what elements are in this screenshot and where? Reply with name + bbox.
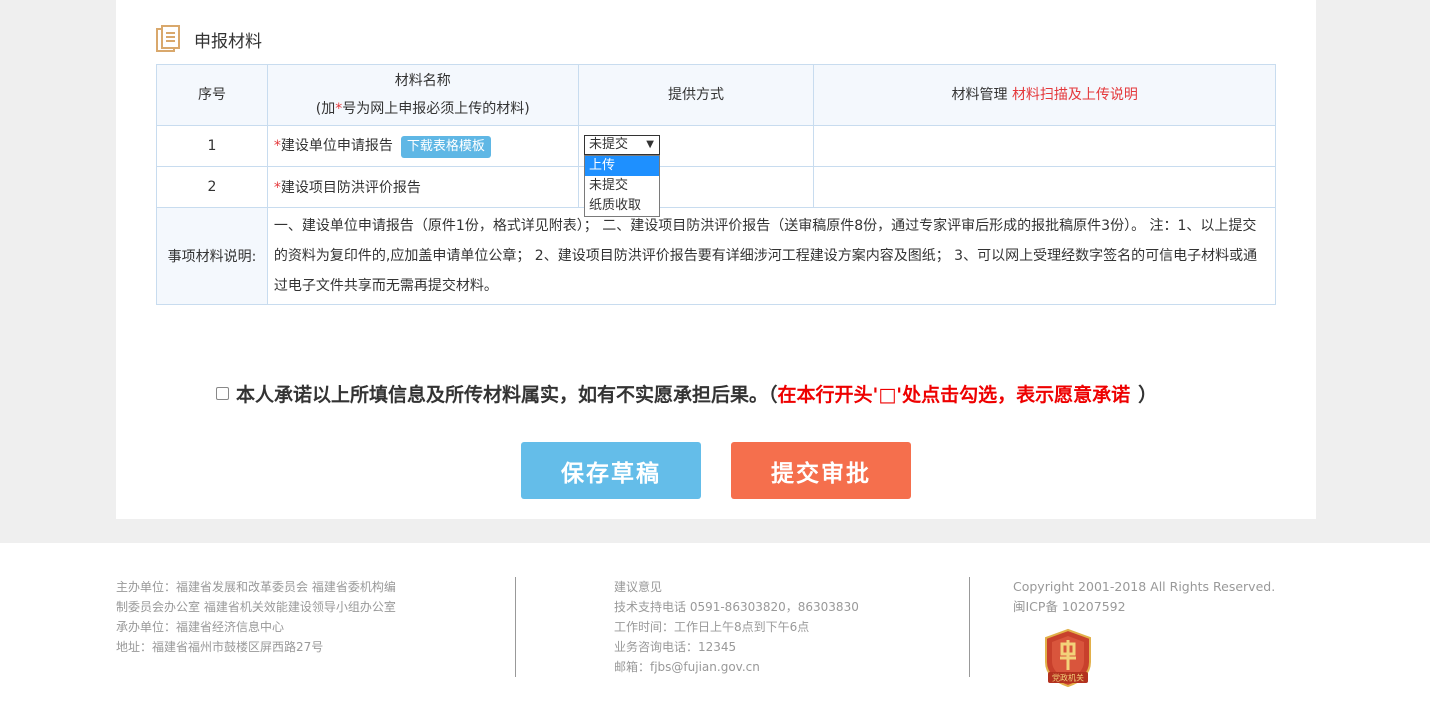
dropdown-option-not-submitted[interactable]: 未提交 bbox=[585, 176, 659, 196]
table-header-row: 序号 材料名称 (加*号为网上申报必须上传的材料) 提供方式 材料管理 材料扫描… bbox=[156, 64, 1276, 126]
row-material-name: *建设单位申请报告 下载表格模板 bbox=[266, 125, 579, 167]
header-manage-label: 材料管理 bbox=[951, 87, 1008, 103]
section-title: 申报材料 bbox=[194, 31, 262, 52]
header-material-name: 材料名称 (加*号为网上申报必须上传的材料) bbox=[266, 64, 579, 126]
icp-text[interactable]: 闽ICP备 10207592 bbox=[1013, 597, 1313, 617]
footer-divider bbox=[969, 577, 970, 677]
dropdown-option-upload[interactable]: 上传 bbox=[585, 156, 659, 176]
main-panel: 申报材料 序号 材料名称 (加*号为网上申报必须上传的材料) 提供方式 材料管理… bbox=[116, 0, 1316, 519]
footer-line: 承办单位：福建省经济信息中心 bbox=[116, 620, 285, 634]
header-provide-method: 提供方式 bbox=[577, 64, 815, 126]
footer-line: 邮箱：fjbs@fujian.gov.cn bbox=[614, 660, 760, 674]
table-row: 1 *建设单位申请报告 下载表格模板 bbox=[156, 125, 1276, 167]
table-row: 2 *建设项目防洪评价报告 bbox=[156, 166, 1276, 208]
footer-line: 工作时间：工作日上午8点到下午6点 bbox=[614, 620, 810, 634]
material-name: 建设项目防洪评价报告 bbox=[280, 180, 421, 196]
row-manage bbox=[813, 166, 1276, 208]
promise-hint: 在本行开头'□'处点击勾选，表示愿意承诺 bbox=[777, 384, 1131, 406]
footer-line: 技术支持电话 0591-86303820，86303830 bbox=[614, 600, 859, 614]
dropdown-arrow-icon: ▼ bbox=[646, 139, 654, 150]
desc-label: 事项材料说明: bbox=[156, 207, 268, 305]
header-name-prefix: (加 bbox=[315, 101, 336, 117]
save-draft-button[interactable]: 保存草稿 bbox=[521, 442, 701, 499]
promise-text: 本人承诺以上所填信息及所传材料属实，如有不实愿承担后果。（ bbox=[236, 384, 778, 406]
provide-method-dropdown: 上传 未提交 纸质收取 bbox=[584, 155, 660, 217]
desc-text: 一、建设单位申请报告（原件1份，格式详见附表）； 二、建设项目防洪评价报告（送审… bbox=[266, 207, 1277, 305]
dropdown-option-paper[interactable]: 纸质收取 bbox=[585, 196, 659, 216]
row-index: 1 bbox=[156, 125, 268, 167]
footer-copyright: Copyright 2001-2018 All Rights Reserved.… bbox=[1013, 577, 1313, 617]
footer-line: 制委员会办公室 福建省机关效能建设领导小组办公室 bbox=[116, 600, 396, 614]
promise-close: ） bbox=[1138, 384, 1158, 406]
provide-method-select[interactable]: 未提交 ▼ bbox=[584, 135, 660, 155]
select-value: 未提交 bbox=[589, 137, 629, 152]
section-header: 申报材料 bbox=[156, 24, 262, 54]
footer: 主办单位：福建省发展和改革委员会 福建省委机构编 制委员会办公室 福建省机关效能… bbox=[0, 543, 1430, 705]
feedback-link[interactable]: 建议意见 bbox=[614, 577, 934, 597]
header-name-suffix: 号为网上申报必须上传的材料) bbox=[342, 101, 530, 117]
materials-table: 序号 材料名称 (加*号为网上申报必须上传的材料) 提供方式 材料管理 材料扫描… bbox=[156, 64, 1277, 305]
footer-divider bbox=[515, 577, 516, 677]
footer-line: 主办单位：福建省发展和改革委员会 福建省委机构编 bbox=[116, 580, 396, 594]
footer-line: 地址：福建省福州市鼓楼区屏西路27号 bbox=[116, 640, 324, 654]
document-icon bbox=[156, 25, 180, 53]
row-material-name: *建设项目防洪评价报告 bbox=[266, 166, 579, 208]
footer-contact-info: 建议意见 技术支持电话 0591-86303820，86303830 工作时间：… bbox=[614, 577, 934, 677]
download-template-button[interactable]: 下载表格模板 bbox=[400, 135, 491, 158]
header-index: 序号 bbox=[156, 64, 268, 126]
emblem-text: 党政机关 bbox=[1052, 673, 1084, 683]
copyright-text: Copyright 2001-2018 All Rights Reserved. bbox=[1013, 579, 1276, 594]
party-government-emblem-icon[interactable]: 党政机关 bbox=[1042, 628, 1094, 688]
table-desc-row: 事项材料说明: 一、建设单位申请报告（原件1份，格式详见附表）； 二、建设项目防… bbox=[156, 207, 1277, 305]
required-star: * bbox=[273, 137, 281, 154]
required-star: * bbox=[273, 180, 281, 196]
header-name-line2: (加*号为网上申报必须上传的材料) bbox=[268, 95, 578, 123]
footer-line: 业务咨询电话：12345 bbox=[614, 640, 737, 654]
promise-row: 本人承诺以上所填信息及所传材料属实，如有不实愿承担后果。（ 在本行开头'□'处点… bbox=[216, 380, 1216, 407]
submit-approval-button[interactable]: 提交审批 bbox=[731, 442, 911, 499]
row-index: 2 bbox=[156, 166, 268, 208]
material-name: 建设单位申请报告 bbox=[280, 137, 393, 154]
upload-instructions-link[interactable]: 材料扫描及上传说明 bbox=[1012, 87, 1138, 103]
header-material-manage: 材料管理 材料扫描及上传说明 bbox=[813, 64, 1276, 126]
header-name-line1: 材料名称 bbox=[394, 73, 451, 89]
footer-org-info: 主办单位：福建省发展和改革委员会 福建省委机构编 制委员会办公室 福建省机关效能… bbox=[116, 577, 436, 657]
promise-checkbox[interactable] bbox=[216, 387, 229, 400]
row-manage bbox=[813, 125, 1276, 167]
